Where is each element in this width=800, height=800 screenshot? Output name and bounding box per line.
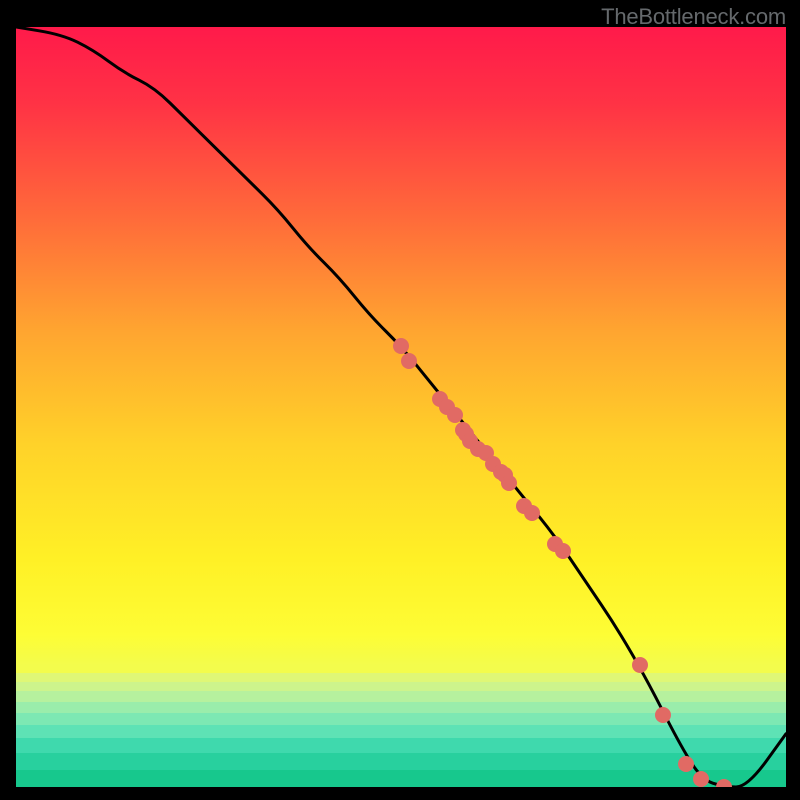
plot-area xyxy=(16,27,786,787)
scatter-dot xyxy=(678,756,694,772)
scatter-dot xyxy=(524,505,540,521)
scatter-dot xyxy=(555,543,571,559)
scatter-dot xyxy=(632,657,648,673)
scatter-dot xyxy=(447,407,463,423)
chart-frame: TheBottleneck.com xyxy=(0,0,800,800)
scatter-dot xyxy=(393,338,409,354)
scatter-dot xyxy=(401,353,417,369)
curve-path xyxy=(16,27,786,787)
scatter-dot xyxy=(655,707,671,723)
bottleneck-curve xyxy=(16,27,786,787)
scatter-dot xyxy=(501,475,517,491)
scatter-dot xyxy=(693,771,709,787)
